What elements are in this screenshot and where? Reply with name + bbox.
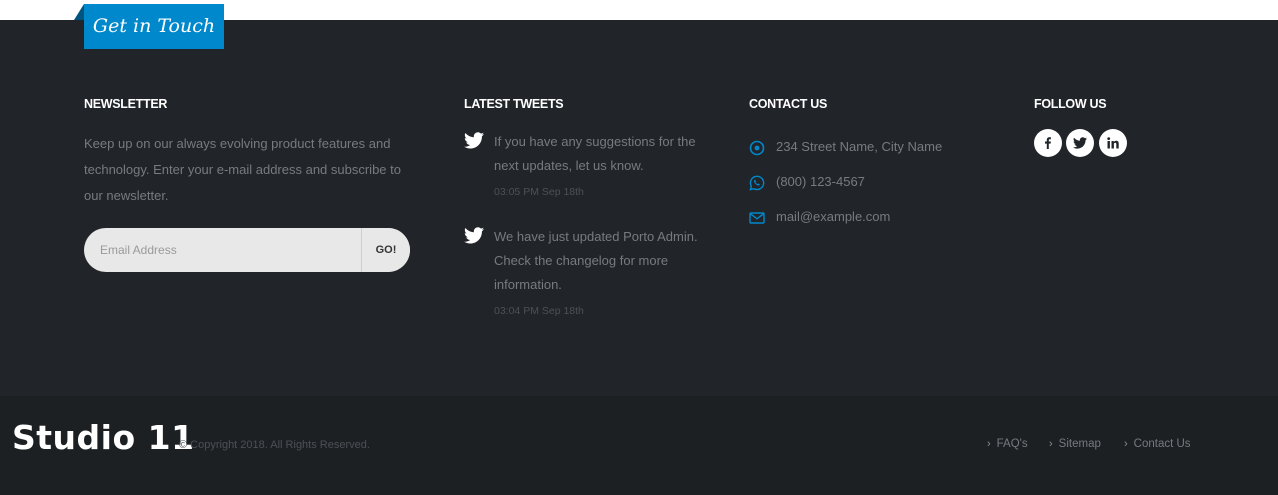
studio-11-logo[interactable]: Studio 11 — [12, 418, 195, 457]
get-in-touch-ribbon: Get in Touch — [84, 4, 224, 49]
chevron-right-icon: › — [987, 438, 991, 450]
email-input[interactable] — [84, 228, 361, 272]
tweet-date: 03:04 PM Sep 18th — [494, 305, 584, 317]
contact-phone-text: (800) 123-4567 — [776, 174, 865, 189]
envelope-icon — [749, 212, 765, 224]
newsletter-submit-button[interactable]: GO! — [361, 228, 410, 272]
location-dot-icon — [749, 140, 765, 156]
twitter-icon — [464, 227, 484, 244]
contact-us-title: CONTACT US — [749, 97, 828, 111]
tweet-item: If you have any suggestions for the next… — [464, 130, 714, 205]
contact-us-link[interactable]: › Contact Us — [1124, 438, 1191, 450]
chevron-right-icon: › — [1049, 438, 1053, 450]
contact-email-text[interactable]: mail@example.com — [776, 209, 890, 224]
ribbon-fold — [74, 4, 84, 20]
newsletter-form: GO! — [84, 228, 410, 272]
faq-link-label: FAQ's — [996, 438, 1028, 450]
contact-address: 234 Street Name, City Name — [749, 138, 999, 158]
sitemap-link[interactable]: › Sitemap — [1049, 438, 1101, 450]
chevron-right-icon: › — [1124, 438, 1128, 450]
facebook-button[interactable] — [1034, 129, 1062, 157]
newsletter-title: NEWSLETTER — [84, 97, 168, 111]
contact-email: mail@example.com — [749, 208, 999, 228]
faq-link[interactable]: › FAQ's — [987, 438, 1028, 450]
twitter-icon — [1073, 137, 1087, 149]
facebook-icon — [1045, 137, 1051, 149]
linkedin-icon — [1107, 137, 1119, 149]
latest-tweets-title: LATEST TWEETS — [464, 97, 564, 111]
whatsapp-icon — [749, 175, 765, 191]
twitter-button[interactable] — [1066, 129, 1094, 157]
linkedin-button[interactable] — [1099, 129, 1127, 157]
contact-phone: (800) 123-4567 — [749, 173, 999, 193]
follow-us-title: FOLLOW US — [1034, 97, 1107, 111]
tweet-item: We have just updated Porto Admin. Check … — [464, 225, 714, 325]
copyright-text: © Copyright 2018. All Rights Reserved. — [179, 439, 370, 451]
newsletter-description: Keep up on our always evolving product f… — [84, 136, 401, 203]
tweet-date: 03:05 PM Sep 18th — [494, 186, 584, 198]
sitemap-link-label: Sitemap — [1058, 438, 1101, 450]
twitter-icon — [464, 132, 484, 149]
contact-us-link-label: Contact Us — [1133, 438, 1191, 450]
contact-address-text: 234 Street Name, City Name — [776, 139, 943, 154]
tweet-text: If you have any suggestions for the next… — [494, 134, 696, 173]
tweet-text: We have just updated Porto Admin. Check … — [494, 229, 698, 292]
